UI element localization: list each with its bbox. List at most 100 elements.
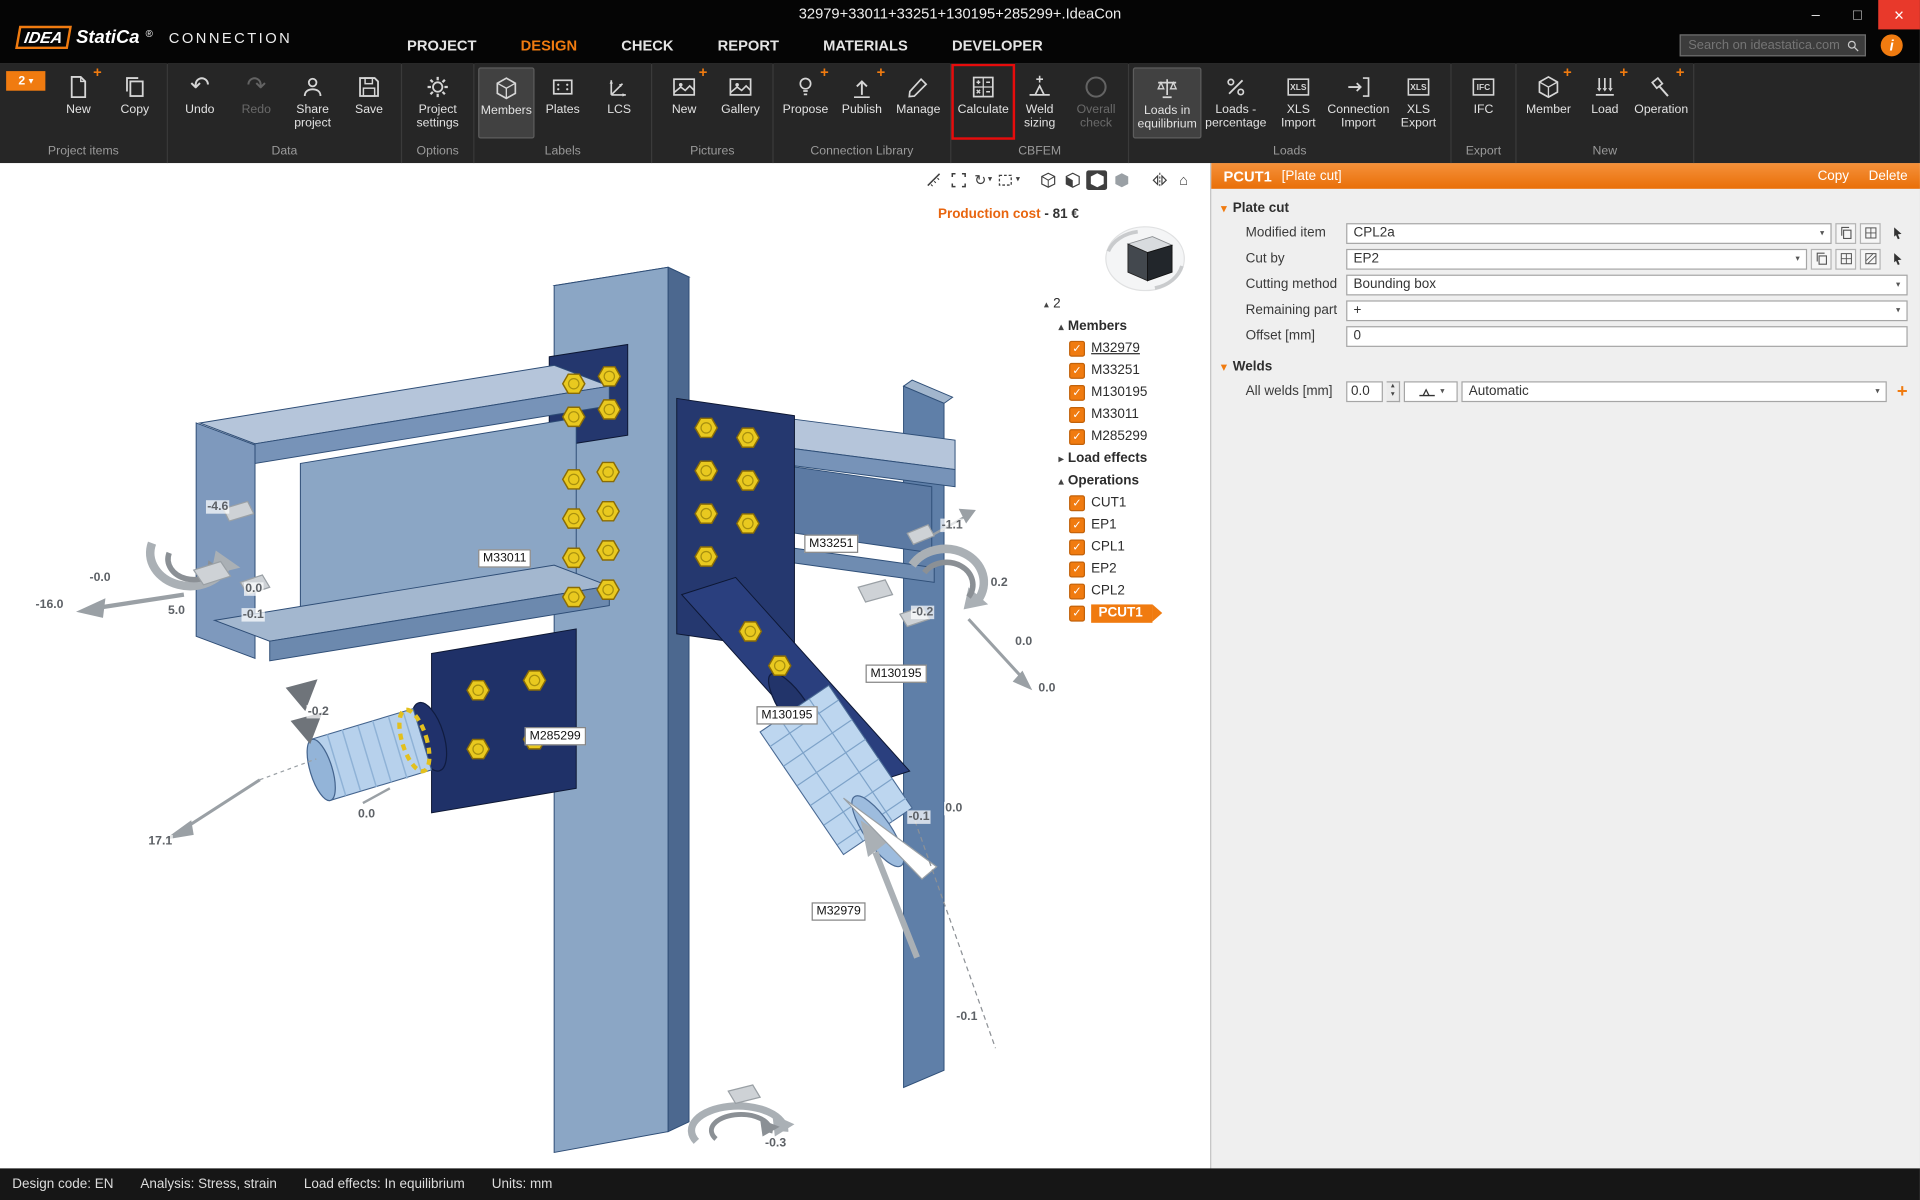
tree-item-m285299[interactable]: ✓ M285299 <box>1040 425 1209 447</box>
checkbox-checked[interactable]: ✓ <box>1069 406 1085 422</box>
weld-sizing-button[interactable]: Weld sizing <box>1011 67 1067 138</box>
library-icon[interactable] <box>1835 223 1856 244</box>
tab-materials[interactable]: MATERIALS <box>823 37 908 54</box>
labels-plates-toggle[interactable]: Plates <box>535 67 591 138</box>
copy-project-item-button[interactable]: Copy <box>107 67 163 138</box>
tree-operations-header[interactable]: ▴ Operations <box>1040 470 1209 492</box>
manage-button[interactable]: Manage <box>890 67 946 138</box>
project-settings-button[interactable]: Project settings <box>406 67 470 138</box>
rotate-view-icon[interactable]: ↻▾ <box>973 170 994 190</box>
select-in-scene-icon[interactable] <box>1888 223 1908 243</box>
delete-operation-button[interactable]: Delete <box>1869 169 1908 184</box>
tree-item-pcut1-active[interactable]: ✓ PCUT1 <box>1040 602 1209 624</box>
overall-check-button[interactable]: Overall check <box>1068 67 1124 138</box>
checkbox-checked[interactable]: ✓ <box>1069 517 1085 533</box>
tree-item-cpl1[interactable]: ✓ CPL1 <box>1040 536 1209 558</box>
tree-item-cpl2[interactable]: ✓ CPL2 <box>1040 580 1209 602</box>
cut-by-select[interactable]: EP2 ▾ <box>1346 248 1807 269</box>
checkbox-checked[interactable]: ✓ <box>1069 605 1085 621</box>
collapse-icon[interactable]: ▸ <box>1054 453 1067 464</box>
tree-item-m130195[interactable]: ✓ M130195 <box>1040 381 1209 403</box>
publish-button[interactable]: + Publish <box>834 67 890 138</box>
checkbox-checked[interactable]: ✓ <box>1069 583 1085 599</box>
copy-operation-button[interactable]: Copy <box>1818 169 1849 184</box>
tree-item-m33251[interactable]: ✓ M33251 <box>1040 359 1209 381</box>
minimize-button[interactable]: – <box>1795 0 1837 29</box>
maximize-button[interactable]: □ <box>1837 0 1879 29</box>
navigation-cube[interactable] <box>1101 217 1189 295</box>
remaining-part-select[interactable]: + ▾ <box>1346 300 1908 321</box>
home-view-icon[interactable]: ⌂ <box>1173 170 1194 190</box>
calculate-button[interactable]: Calculate <box>955 67 1011 138</box>
tree-item-cut1[interactable]: ✓ CUT1 <box>1040 492 1209 514</box>
undo-button[interactable]: ↶ Undo <box>172 67 228 138</box>
tree-root[interactable]: ▴ 2 <box>1040 293 1209 315</box>
cube-wireframe-icon[interactable] <box>1037 170 1058 190</box>
close-button[interactable]: × <box>1878 0 1920 29</box>
ifc-export-button[interactable]: IFC <box>1455 67 1511 138</box>
redo-button[interactable]: ↷ Redo <box>228 67 284 138</box>
library-icon[interactable] <box>1811 248 1832 269</box>
connection-plate-left[interactable] <box>432 629 577 813</box>
tab-report[interactable]: REPORT <box>718 37 779 54</box>
cutting-method-select[interactable]: Bounding box ▾ <box>1346 274 1908 295</box>
expand-icon[interactable]: ▴ <box>1054 321 1067 332</box>
loads-percentage-button[interactable]: Loads - percentage <box>1201 67 1270 138</box>
share-project-button[interactable]: Share project <box>284 67 340 138</box>
propose-button[interactable]: + Propose <box>777 67 833 138</box>
tree-item-m33011[interactable]: ✓ M33011 <box>1040 403 1209 425</box>
selection-mode-icon[interactable]: ▾ <box>997 170 1020 190</box>
3d-model-scene[interactable] <box>0 163 1209 1168</box>
tree-members-header[interactable]: ▴ Members <box>1040 315 1209 337</box>
add-weld-button[interactable]: + <box>1897 381 1908 402</box>
info-icon[interactable]: i <box>1881 34 1903 56</box>
measure-icon[interactable] <box>924 170 945 190</box>
expand-icon[interactable]: ▴ <box>1054 475 1067 486</box>
section-plate-cut[interactable]: ▾ Plate cut <box>1221 201 1920 216</box>
new-operation-button[interactable]: + Operation <box>1633 67 1689 138</box>
checkbox-checked[interactable]: ✓ <box>1069 428 1085 444</box>
select-in-scene-icon[interactable] <box>1888 249 1908 269</box>
weld-type-select[interactable]: Automatic ▾ <box>1461 381 1887 402</box>
new-member-button[interactable]: + Member <box>1520 67 1576 138</box>
tree-load-effects-header[interactable]: ▸ Load effects <box>1040 447 1209 469</box>
weld-symbol-select[interactable]: ▾ <box>1404 381 1458 402</box>
new-load-button[interactable]: + Load <box>1577 67 1633 138</box>
checkbox-checked[interactable]: ✓ <box>1069 362 1085 378</box>
grid-icon[interactable] <box>1835 248 1856 269</box>
connection-import-button[interactable]: Connection Import <box>1327 67 1391 138</box>
tree-item-ep2[interactable]: ✓ EP2 <box>1040 558 1209 580</box>
all-welds-input[interactable]: 0.0 <box>1346 381 1383 402</box>
mirror-view-icon[interactable] <box>1149 170 1170 190</box>
loads-in-equilibrium-toggle[interactable]: Loads in equilibrium <box>1133 67 1202 138</box>
tree-item-m32979[interactable]: ✓ M32979 <box>1040 337 1209 359</box>
labels-members-toggle[interactable]: Members <box>478 67 534 138</box>
tree-item-ep1[interactable]: ✓ EP1 <box>1040 514 1209 536</box>
cube-hidden-lines-icon[interactable] <box>1062 170 1083 190</box>
cube-transparent-icon[interactable] <box>1111 170 1132 190</box>
checkbox-checked[interactable]: ✓ <box>1069 384 1085 400</box>
expand-icon[interactable]: ▴ <box>1040 299 1053 310</box>
hatch-icon[interactable] <box>1860 248 1881 269</box>
all-welds-stepper[interactable]: ▴ ▾ <box>1387 381 1400 402</box>
search-input[interactable] <box>1686 37 1842 54</box>
grid-icon[interactable] <box>1860 223 1881 244</box>
offset-input[interactable]: 0 <box>1346 326 1908 347</box>
tab-check[interactable]: CHECK <box>621 37 673 54</box>
save-button[interactable]: Save <box>341 67 397 138</box>
search-box[interactable] <box>1680 34 1866 56</box>
gallery-button[interactable]: Gallery <box>712 67 768 138</box>
tab-developer[interactable]: DEVELOPER <box>952 37 1043 54</box>
model-viewport[interactable]: ↻▾ ▾ ⌂ Production cost - 81 € <box>0 163 1209 1168</box>
active-operation-banner[interactable]: PCUT1 <box>1091 604 1152 622</box>
checkbox-checked[interactable]: ✓ <box>1069 539 1085 555</box>
labels-lcs-toggle[interactable]: LCS <box>591 67 647 138</box>
tab-project[interactable]: PROJECT <box>407 37 476 54</box>
tab-design[interactable]: DESIGN <box>521 37 577 54</box>
checkbox-checked[interactable]: ✓ <box>1069 495 1085 511</box>
xls-export-button[interactable]: XLS Export <box>1390 67 1446 138</box>
search-icon[interactable] <box>1846 39 1859 52</box>
modified-item-select[interactable]: CPL2a ▾ <box>1346 223 1831 244</box>
zoom-extents-icon[interactable] <box>948 170 969 190</box>
section-welds[interactable]: ▾ Welds <box>1221 359 1920 374</box>
